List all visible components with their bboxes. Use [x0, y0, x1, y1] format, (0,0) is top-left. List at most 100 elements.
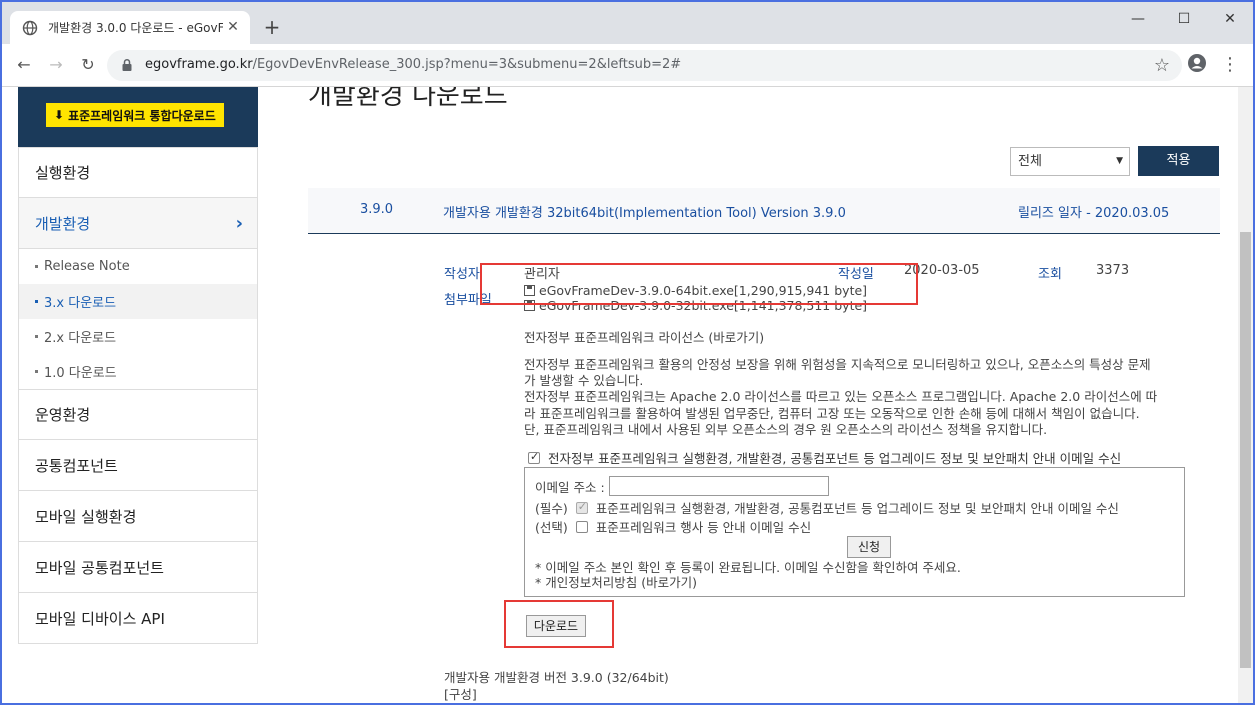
vertical-scrollbar[interactable] [1238, 87, 1253, 703]
apply-filter-button[interactable]: 적용 [1138, 146, 1219, 176]
menu-dots-icon[interactable]: ⋮ [1218, 53, 1242, 77]
notice-line: 라 표준프레임워크를 활용하여 발생된 업무중단, 컴퓨터 고장 또는 오동작으… [524, 405, 1140, 421]
sidebar-submenu: Release Note 3.x 다운로드 2.x 다운로드 1.0 다운로드 [18, 249, 258, 389]
email-agree-checkbox[interactable] [528, 450, 540, 464]
sidebar-item-runtime[interactable]: 실행환경 [18, 147, 258, 198]
email-agree-label: 전자정부 표준프레임워크 실행환경, 개발환경, 공통컴포넌트 등 업그레이드 … [548, 451, 1122, 466]
integrated-download-label: 표준프레임워크 통합다운로드 [68, 108, 216, 123]
tab-strip: 개발환경 3.0.0 다운로드 - eGovFrame ✕ + — ☐ ✕ [2, 2, 1253, 44]
required-consent-checkbox [575, 500, 588, 514]
sidebar-header: ⬇ 표준프레임워크 통합다운로드 [18, 87, 258, 147]
email-subscription-box: 이메일 주소 : (필수) 표준프레임워크 실행환경, 개발환경, 공통컴포넌트… [524, 467, 1185, 597]
scrollbar-thumb[interactable] [1240, 232, 1251, 668]
email-note: * 이메일 주소 본인 확인 후 등록이 완료됩니다. 이메일 수신함을 확인하… [535, 560, 961, 575]
release-row[interactable]: 3.9.0 개발자용 개발환경 32bit64bit(Implementatio… [308, 188, 1220, 234]
forward-icon[interactable]: → [44, 53, 68, 77]
bullet-icon [35, 335, 38, 338]
license-link[interactable]: 전자정부 표준프레임워크 라이선스 (바로가기) [524, 327, 764, 346]
integrated-download-button[interactable]: ⬇ 표준프레임워크 통합다운로드 [46, 103, 224, 127]
license-notice: 전자정부 표준프레임워크 활용의 안정성 보장을 위해 위험성을 지속적으로 모… [524, 357, 1190, 438]
submenu-item-label: 2.x 다운로드 [44, 331, 117, 346]
description-line: [구성] [444, 687, 477, 702]
reload-icon[interactable]: ↻ [76, 53, 100, 77]
email-notes: * 이메일 주소 본인 확인 후 등록이 완료됩니다. 이메일 수신함을 확인하… [535, 560, 961, 590]
submenu-item-label: 3.x 다운로드 [44, 296, 117, 311]
submenu-item-label: Release Note [44, 259, 130, 274]
submenu-item-3x-download[interactable]: 3.x 다운로드 [19, 284, 257, 319]
views-label: 조회 [1038, 267, 1062, 282]
page-title: 개발환경 다운로드 [308, 87, 508, 111]
email-label: 이메일 주소 : [535, 479, 605, 495]
email-input[interactable] [608, 476, 829, 496]
optional-consent-checkbox[interactable] [575, 520, 588, 533]
notice-line: 단, 표준프레임워크 내에서 사용된 외부 오픈소스의 경우 원 오픈소스의 라… [524, 421, 1048, 437]
filter-select[interactable]: 전체 ▼ [1010, 147, 1130, 176]
browser-window: 개발환경 3.0.0 다운로드 - eGovFrame ✕ + — ☐ ✕ ← … [0, 0, 1255, 705]
notice-line: 전자정부 표준프레임워크 활용의 안정성 보장을 위해 위험성을 지속적으로 모… [524, 357, 1151, 372]
privacy-policy-link[interactable]: * 개인정보처리방침 (바로가기) [535, 575, 961, 590]
sidebar-item-label: 개발환경 [35, 214, 91, 233]
sidebar-item-label: 모바일 공통컴포넌트 [35, 558, 164, 577]
tab-title: 개발환경 3.0.0 다운로드 - eGovFrame [48, 21, 223, 35]
email-submit-button[interactable]: 신청 [847, 536, 891, 558]
sidebar-item-label: 공통컴포넌트 [35, 456, 118, 475]
url-domain: egovframe.go.kr [145, 57, 253, 72]
sidebar-item-mobile-device-api[interactable]: 모바일 디바이스 API [18, 593, 258, 644]
notice-line: 전자정부 표준프레임워크는 Apache 2.0 라이선스를 따르고 있는 오픈… [524, 389, 1158, 405]
release-version: 3.9.0 [360, 202, 394, 217]
required-consent-row: (필수) 표준프레임워크 실행환경, 개발환경, 공통컴포넌트 등 업그레이드 … [535, 498, 1119, 517]
sidebar-item-devenv[interactable]: 개발환경 › [18, 198, 258, 249]
description-line: 개발자용 개발환경 버전 3.9.0 (32/64bit) [444, 670, 669, 685]
email-row: 이메일 주소 : [535, 476, 829, 496]
sidebar: ⬇ 표준프레임워크 통합다운로드 실행환경 개발환경 › Release Not… [18, 87, 258, 644]
release-date: 릴리즈 일자 - 2020.03.05 [1018, 206, 1170, 221]
bullet-icon [35, 265, 38, 268]
optional-consent-label: 표준프레임워크 행사 등 안내 이메일 수신 [595, 520, 812, 535]
close-tab-icon[interactable]: ✕ [224, 18, 242, 36]
page-content: ⬇ 표준프레임워크 통합다운로드 실행환경 개발환경 › Release Not… [2, 87, 1253, 703]
sidebar-item-mobile-components[interactable]: 모바일 공통컴포넌트 [18, 542, 258, 593]
close-window-icon[interactable]: ✕ [1207, 4, 1253, 34]
optional-tag: (선택) [535, 520, 568, 535]
sidebar-item-label: 실행환경 [35, 164, 91, 182]
bookmark-star-icon[interactable]: ☆ [1154, 55, 1170, 76]
release-description: 개발자용 개발환경 버전 3.9.0 (32/64bit) [구성] [444, 669, 669, 703]
highlight-box-64bit-file [480, 263, 918, 305]
sidebar-item-mobile-runtime[interactable]: 모바일 실행환경 [18, 491, 258, 542]
account-icon[interactable] [1185, 53, 1209, 77]
author-label: 작성자 [444, 267, 480, 282]
browser-tab[interactable]: 개발환경 3.0.0 다운로드 - eGovFrame ✕ [10, 11, 250, 44]
submenu-item-2x-download[interactable]: 2.x 다운로드 [19, 319, 257, 354]
address-bar[interactable]: egovframe.go.kr/EgovDevEnvRelease_300.js… [107, 50, 1182, 81]
optional-consent-row: (선택) 표준프레임워크 행사 등 안내 이메일 수신 [535, 517, 811, 536]
sidebar-item-operation[interactable]: 운영환경 [18, 389, 258, 440]
submenu-item-release-note[interactable]: Release Note [19, 249, 257, 284]
views-value: 3373 [1096, 263, 1130, 278]
sidebar-item-label: 모바일 실행환경 [35, 507, 137, 526]
sidebar-item-common-components[interactable]: 공통컴포넌트 [18, 440, 258, 491]
release-title[interactable]: 개발자용 개발환경 32bit64bit(Implementation Tool… [443, 202, 846, 221]
browser-toolbar: ← → ↻ egovframe.go.kr/EgovDevEnvRelease_… [2, 44, 1253, 87]
chevron-right-icon: › [235, 213, 243, 234]
url-path: /EgovDevEnvRelease_300.jsp?menu=3&submen… [252, 57, 682, 72]
download-icon: ⬇ [54, 108, 65, 122]
submenu-item-label: 1.0 다운로드 [44, 366, 117, 381]
filter-selected-value: 전체 [1018, 154, 1042, 169]
url-text: egovframe.go.kr/EgovDevEnvRelease_300.js… [145, 57, 681, 72]
globe-icon [22, 20, 38, 35]
minimize-icon[interactable]: — [1115, 4, 1161, 34]
highlight-box-download [504, 600, 614, 648]
maximize-icon[interactable]: ☐ [1161, 4, 1207, 34]
dropdown-arrow-icon: ▼ [1116, 156, 1123, 166]
notice-line: 가 발생할 수 있습니다. [524, 373, 644, 389]
sidebar-item-label: 모바일 디바이스 API [35, 609, 165, 628]
bullet-icon [35, 370, 38, 373]
lock-icon [122, 58, 132, 71]
bullet-icon [35, 300, 38, 303]
required-tag: (필수) [535, 501, 568, 516]
back-icon[interactable]: ← [12, 53, 36, 77]
submenu-item-1x-download[interactable]: 1.0 다운로드 [19, 354, 257, 389]
required-consent-label: 표준프레임워크 실행환경, 개발환경, 공통컴포넌트 등 업그레이드 정보 및 … [595, 501, 1119, 516]
sidebar-item-label: 운영환경 [35, 406, 91, 424]
new-tab-icon[interactable]: + [260, 16, 284, 40]
